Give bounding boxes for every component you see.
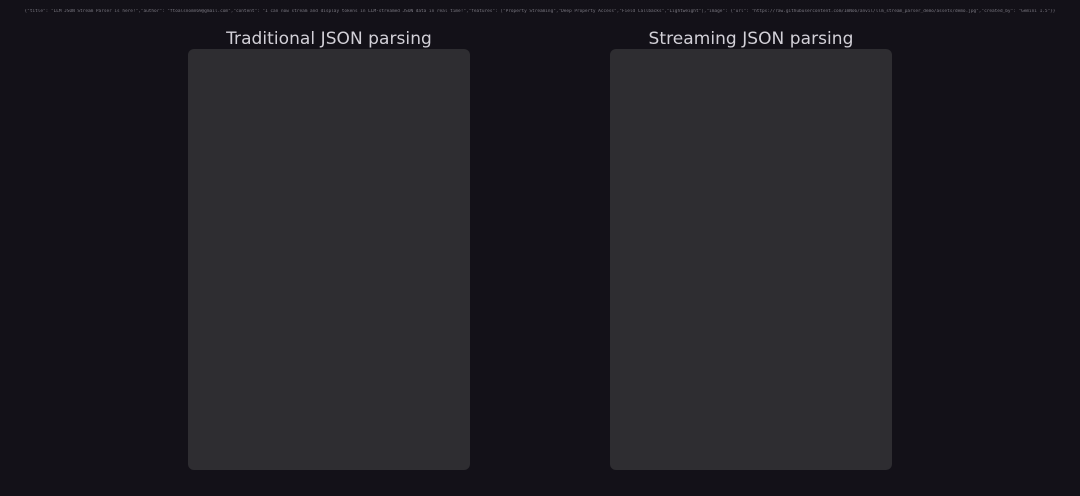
traditional-parsing-panel: Traditional JSON parsing bbox=[188, 27, 470, 470]
raw-json-stream-text: {"title": "LLM JSON Stream Parser is her… bbox=[24, 9, 1056, 14]
traditional-parsing-output-area bbox=[188, 49, 470, 470]
streaming-parsing-panel: Streaming JSON parsing bbox=[610, 27, 892, 470]
streaming-parsing-output-area bbox=[610, 49, 892, 470]
streaming-parsing-title: Streaming JSON parsing bbox=[648, 29, 854, 49]
traditional-parsing-title: Traditional JSON parsing bbox=[226, 29, 432, 49]
